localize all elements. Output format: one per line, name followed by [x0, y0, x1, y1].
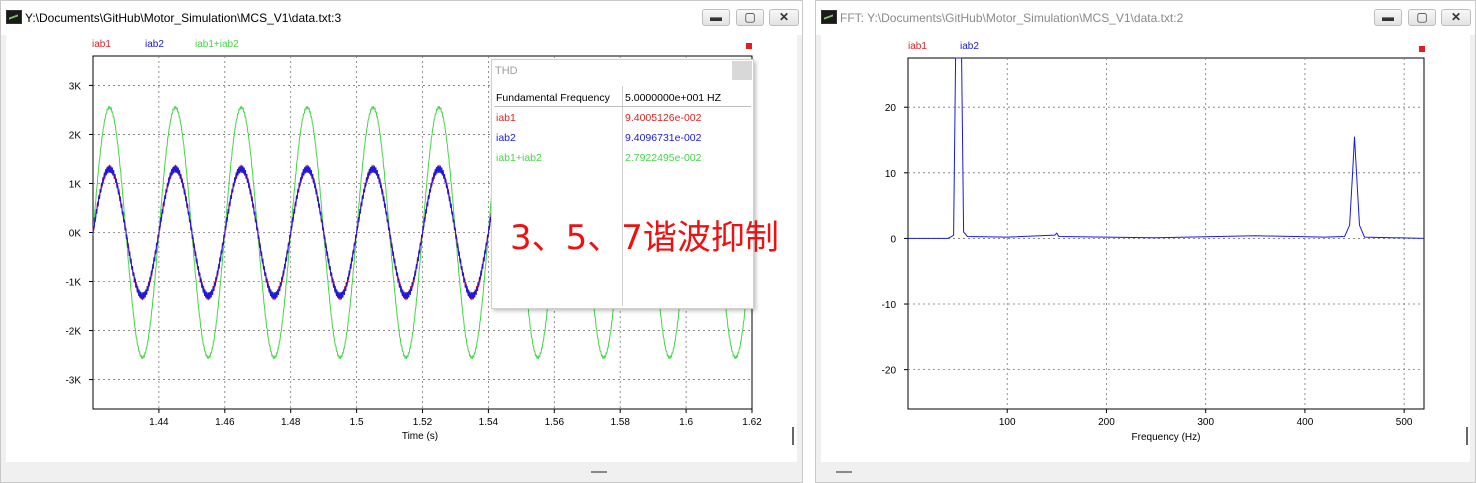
time-y-tick-label: -3K — [65, 376, 81, 387]
legend-iab2: iab2 — [145, 39, 164, 50]
fft-x-tick-label: 400 — [1297, 417, 1314, 428]
legend-marker-icon[interactable] — [746, 43, 752, 49]
fft-x-tick-label: 100 — [999, 417, 1016, 428]
thd-header-value: 5.0000000e+001 HZ — [625, 92, 722, 104]
legend-iab1: iab1 — [92, 39, 111, 50]
harmonic-suppression-annotation: 3、5、7谐波抑制 — [510, 218, 779, 258]
fft-legend-marker-icon[interactable] — [1419, 46, 1425, 52]
time-y-tick-label: 0K — [69, 229, 82, 240]
time-x-tick-label: 1.54 — [479, 417, 499, 428]
time-y-tick-label: -1K — [65, 278, 81, 289]
fft-y-tick-label: -20 — [882, 366, 897, 377]
time-x-tick-label: 1.58 — [610, 417, 630, 428]
thd-row-value: 9.4005126e-002 — [625, 112, 702, 124]
time-x-tick-label: 1.6 — [679, 417, 693, 428]
time-x-axis-label: Time (s) — [402, 431, 438, 442]
time-x-tick-label: 1.48 — [281, 417, 301, 428]
thd-row-value: 2.7922495e-002 — [625, 152, 702, 164]
fft-legend-iab2: iab2 — [960, 41, 979, 52]
time-y-tick-label: 2K — [69, 130, 82, 141]
time-y-tick-label: 1K — [69, 179, 82, 190]
time-x-tick-label: 1.5 — [350, 417, 364, 428]
fft-legend-iab1: iab1 — [908, 41, 927, 52]
thd-panel: THD Fundamental Frequency 5.0000000e+001… — [491, 59, 754, 309]
time-y-tick-label: 3K — [69, 81, 82, 92]
thd-divider — [622, 86, 623, 306]
time-x-tick-label: 1.46 — [215, 417, 235, 428]
thd-row-name: iab1+iab2 — [496, 152, 542, 164]
thd-title: THD — [495, 65, 518, 77]
time-y-tick-label: -2K — [65, 327, 81, 338]
fft-y-tick-label: 20 — [885, 103, 897, 114]
fft-x-tick-label: 500 — [1396, 417, 1413, 428]
fft-x-tick-label: 200 — [1098, 417, 1115, 428]
time-x-tick-label: 1.62 — [742, 417, 762, 428]
thd-close-button[interactable] — [732, 61, 752, 80]
time-x-tick-label: 1.52 — [413, 417, 433, 428]
fft-y-tick-label: 10 — [885, 169, 897, 180]
time-x-tick-label: 1.44 — [149, 417, 169, 428]
fft-y-tick-label: 0 — [890, 234, 896, 245]
thd-header-label: Fundamental Frequency — [496, 92, 610, 104]
fft-x-axis-label: Frequency (Hz) — [1132, 432, 1201, 443]
time-x-tick-label: 1.56 — [545, 417, 565, 428]
thd-row-value: 9.4096731e-002 — [625, 132, 702, 144]
fft-y-tick-label: -10 — [882, 300, 897, 311]
fft-chart: 100 200 300 400 50020100-10-20 — [882, 57, 1425, 428]
fft-x-tick-label: 300 — [1197, 417, 1214, 428]
thd-row-name: iab1 — [496, 112, 516, 124]
thd-row-name: iab2 — [496, 132, 516, 144]
legend-sum: iab1+iab2 — [195, 39, 239, 50]
thd-header-rule — [494, 106, 751, 107]
fft-plot-frame — [907, 57, 1425, 410]
